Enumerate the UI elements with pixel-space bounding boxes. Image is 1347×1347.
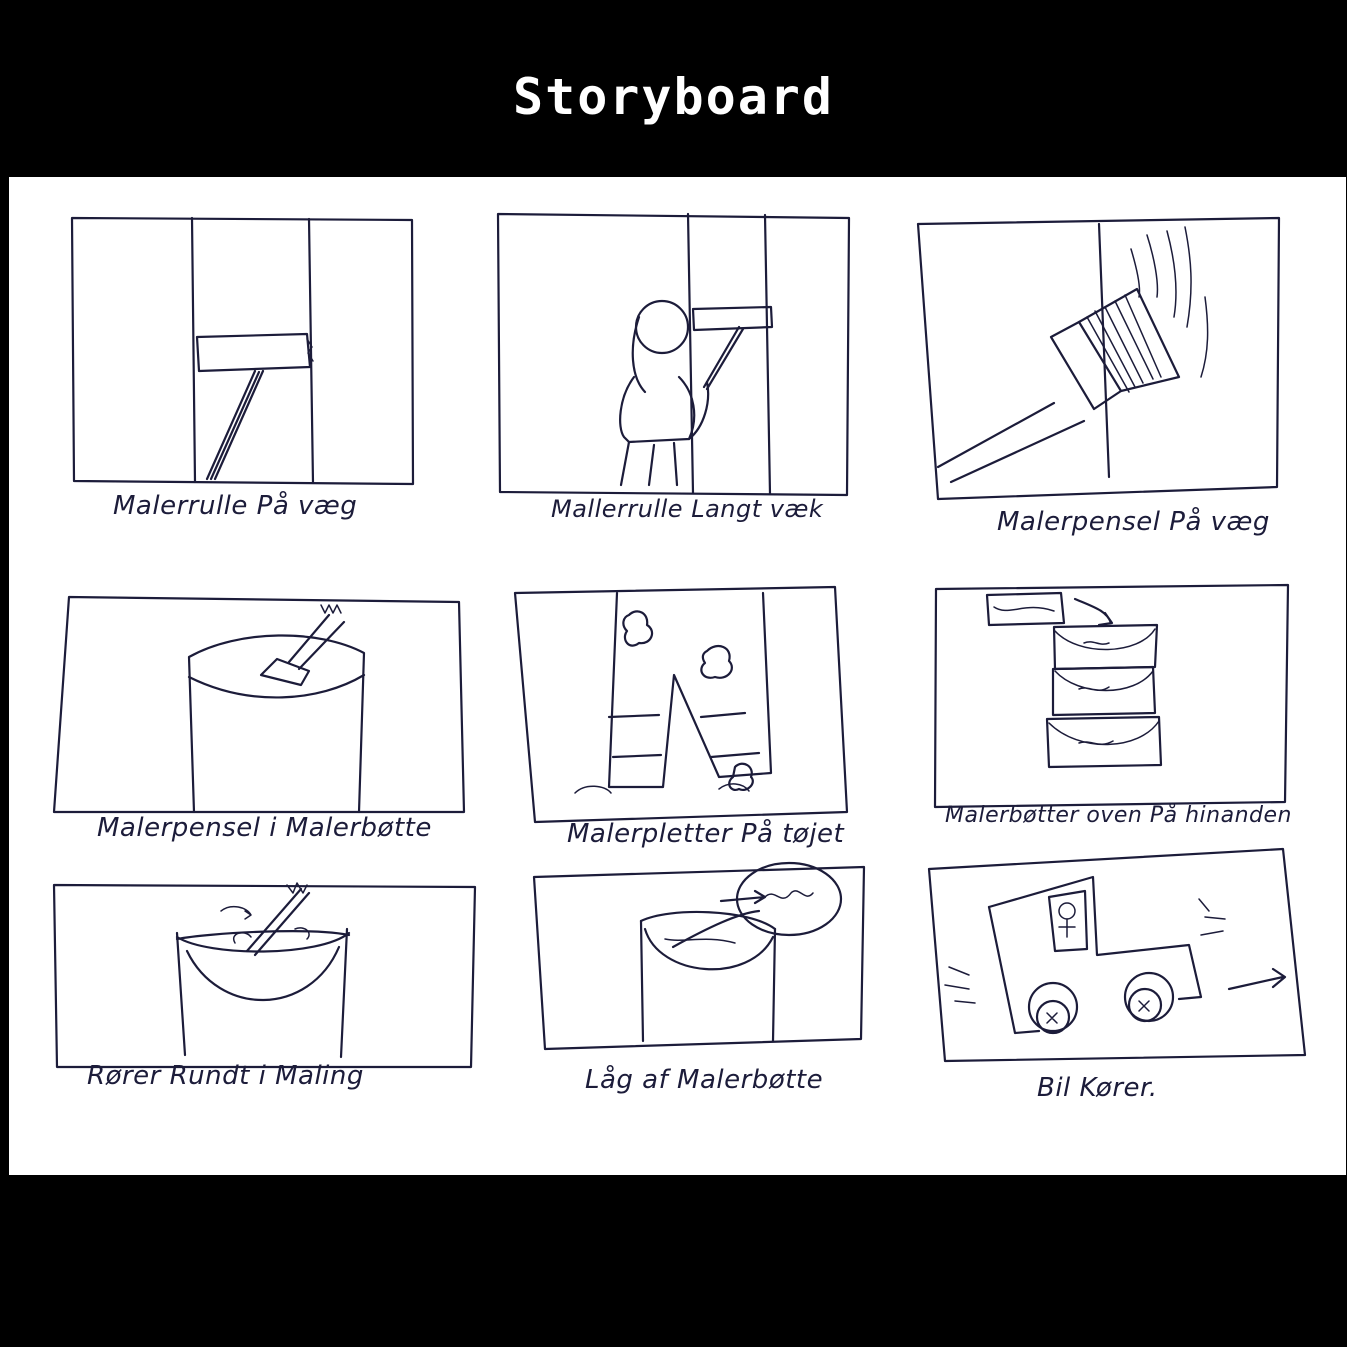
panel-2: Mallerrulle Langt væk xyxy=(449,177,869,567)
panel-5-caption: Malerpletter På tøjet xyxy=(567,819,845,849)
panel-4: Malerpensel i Malerbøtte xyxy=(9,567,479,867)
panel-3: Malerpensel På væg xyxy=(869,177,1309,567)
panel-7-caption: Rører Rundt i Maling xyxy=(87,1061,364,1091)
panel-5: Malerpletter På tøjet xyxy=(479,567,879,867)
panel-9: Bil Kører. xyxy=(889,847,1346,1167)
panel-8-sketch xyxy=(532,861,866,1051)
storyboard-sheet: Malerrulle På væg Mallerrulle Langt væk xyxy=(9,177,1346,1175)
panel-9-caption: Bil Kører. xyxy=(1037,1073,1158,1103)
panel-7: Rører Rundt i Maling xyxy=(9,867,489,1167)
panel-2-caption: Mallerrulle Langt væk xyxy=(551,495,824,523)
panel-9-sketch xyxy=(927,847,1307,1063)
panel-4-caption: Malerpensel i Malerbøtte xyxy=(97,813,432,843)
panel-6-caption: Malerbøtter oven På hinanden xyxy=(945,803,1292,828)
panel-6: Malerbøtter oven På hinanden xyxy=(879,567,1346,867)
panel-7-sketch xyxy=(52,882,477,1069)
panel-1-caption: Malerrulle På væg xyxy=(113,491,358,521)
panel-3-caption: Malerpensel På væg xyxy=(997,507,1270,537)
page-title: Storyboard xyxy=(512,68,835,126)
panel-1: Malerrulle På væg xyxy=(9,177,449,567)
panel-8: Låg af Malerbøtte xyxy=(489,861,889,1167)
panel-8-caption: Låg af Malerbøtte xyxy=(585,1065,824,1095)
